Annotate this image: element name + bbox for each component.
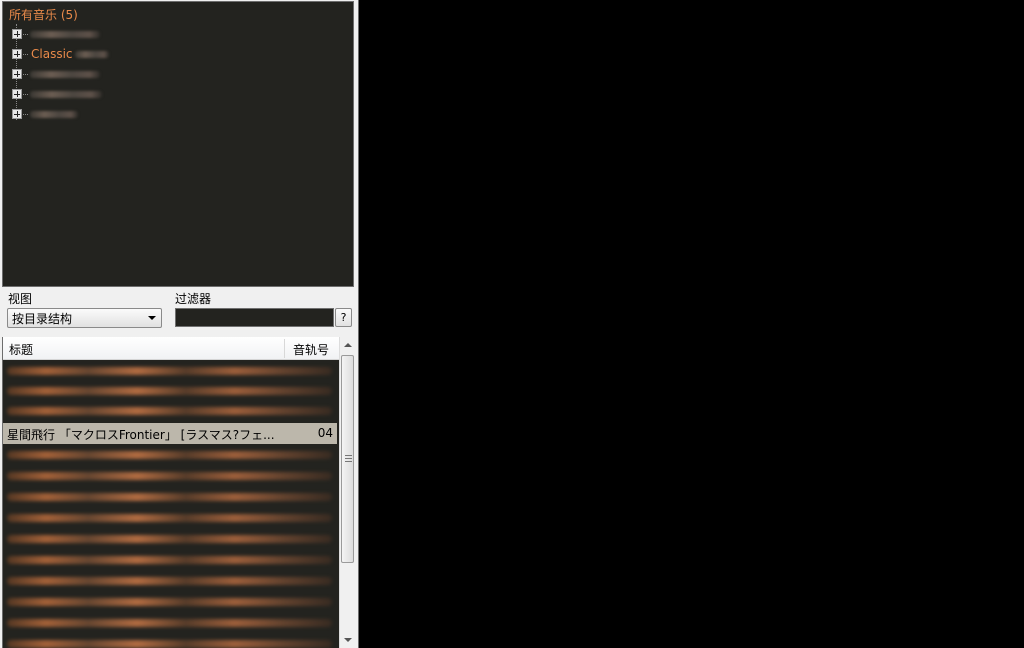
library-tree[interactable]: 所有音乐 (5) Classic — [2, 1, 354, 287]
list-item[interactable] — [7, 387, 332, 395]
tree-node-label-blurred — [30, 90, 102, 98]
list-item[interactable] — [7, 514, 332, 522]
tree-node-classic[interactable]: Classic — [12, 47, 109, 61]
tree-node[interactable] — [12, 88, 102, 100]
expand-plus-icon[interactable] — [12, 89, 22, 99]
list-item[interactable] — [7, 493, 332, 501]
table-row-selected[interactable]: 星間飛行 「マクロスFrontier」 [ラスマス?フェ... 04 — [3, 423, 337, 444]
list-item[interactable] — [7, 619, 332, 627]
track-list[interactable]: 标题 音轨号 星間飛行 「マクロスFrontier」 [ラスマス?フェ... 0… — [2, 337, 339, 648]
tree-node-label-blurred — [30, 70, 100, 78]
tree-node[interactable] — [12, 108, 78, 120]
track-number: 04 — [317, 426, 333, 440]
tree-node-label-blurred — [30, 30, 100, 38]
track-title: 星間飛行 「マクロスFrontier」 [ラスマス?フェ... — [7, 428, 275, 442]
view-dropdown[interactable]: 按目录结构 — [7, 308, 162, 328]
expand-plus-icon[interactable] — [12, 109, 22, 119]
expand-plus-icon[interactable] — [12, 49, 22, 59]
expand-plus-icon[interactable] — [12, 69, 22, 79]
view-dropdown-value: 按目录结构 — [12, 311, 73, 326]
scroll-down-arrow-icon[interactable] — [344, 638, 352, 642]
filter-input[interactable] — [175, 308, 334, 327]
tree-node-label: Classic — [31, 47, 73, 61]
scroll-up-arrow-icon[interactable] — [344, 343, 352, 347]
grip-line — [345, 455, 352, 456]
view-label: 视图 — [8, 292, 33, 306]
list-item[interactable] — [7, 451, 332, 459]
grip-line — [345, 461, 352, 462]
list-item[interactable] — [7, 556, 332, 564]
track-list-header: 标题 音轨号 — [3, 337, 339, 360]
grip-line — [345, 458, 352, 459]
dropdown-arrow-icon — [148, 316, 156, 320]
list-item[interactable] — [7, 598, 332, 606]
track-list-scrollbar[interactable] — [339, 337, 356, 648]
list-item[interactable] — [7, 407, 332, 415]
blurred-track-rows-bottom — [3, 445, 339, 648]
list-item[interactable] — [7, 367, 332, 375]
filter-label: 过滤器 — [175, 292, 212, 306]
tree-root-all-music[interactable]: 所有音乐 (5) — [9, 6, 78, 23]
column-header-title[interactable]: 标题 — [9, 341, 33, 358]
list-item[interactable] — [7, 640, 332, 648]
tree-node-label-blurred — [74, 50, 109, 58]
tree-node-label-blurred — [30, 110, 78, 118]
column-divider[interactable] — [284, 339, 285, 358]
tree-node[interactable] — [12, 28, 100, 40]
expand-plus-icon[interactable] — [12, 29, 22, 39]
list-item[interactable] — [7, 577, 332, 585]
column-header-track-number[interactable]: 音轨号 — [293, 341, 329, 358]
visualizer-pane — [358, 0, 1024, 648]
filter-help-button[interactable]: ? — [335, 308, 352, 327]
blurred-track-rows-top — [3, 361, 339, 421]
scrollbar-thumb[interactable] — [341, 355, 354, 563]
list-item[interactable] — [7, 472, 332, 480]
list-item[interactable] — [7, 535, 332, 543]
tree-node[interactable] — [12, 68, 100, 80]
